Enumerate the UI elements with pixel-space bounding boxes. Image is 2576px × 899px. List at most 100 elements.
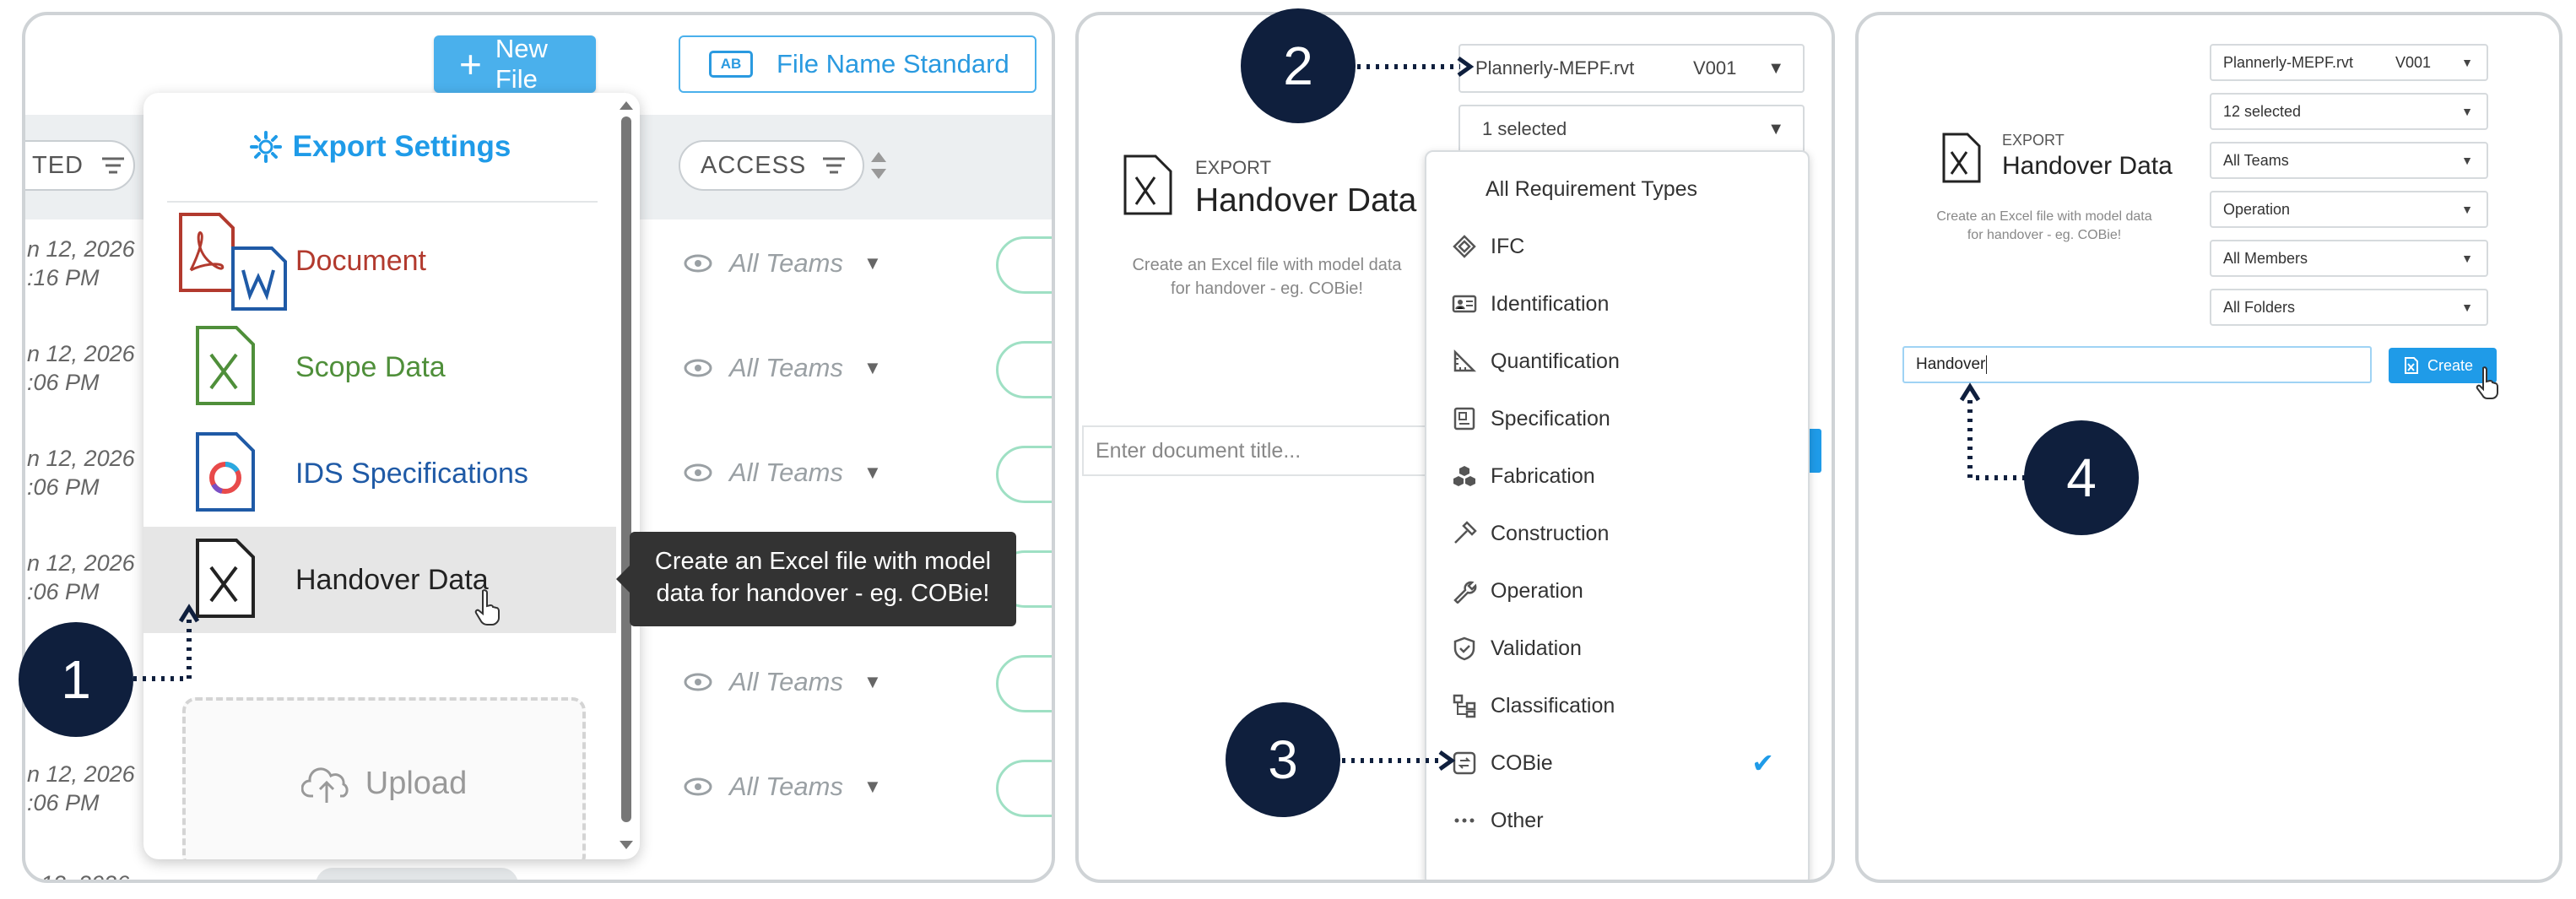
access-select[interactable]: All Teams ▼ (684, 248, 882, 279)
dropdown-option-ifc[interactable]: IFC (1426, 218, 1808, 275)
table-row-date: n 12, 2026:16 PM (27, 236, 135, 290)
dropdown-option-classification[interactable]: Classification (1426, 677, 1808, 734)
status-toggle[interactable] (996, 341, 1052, 398)
dropdown-option-operation[interactable]: Operation (1426, 562, 1808, 620)
id-card-icon (1452, 295, 1477, 313)
menu-scrollbar[interactable] (621, 116, 631, 822)
table-row-date: 12, 2026 (41, 869, 129, 880)
step-1-arrow (133, 604, 200, 681)
upload-dropzone[interactable]: Upload (182, 697, 586, 859)
file-name-standard-button[interactable]: AB File Name Standard (679, 35, 1036, 93)
teams-select[interactable]: All Teams ▼ (2210, 142, 2488, 179)
dropdown-option-validation[interactable]: Validation (1426, 620, 1808, 677)
phase-select[interactable]: Operation ▼ (2210, 191, 2488, 228)
export-menu-panel: + New File AB File Name Standard TED ACC… (22, 12, 1055, 883)
spec-sheet-icon (1453, 407, 1475, 431)
export-settings-menu: Export Settings Document Scope Data IDS … (143, 93, 640, 859)
step-badge-3: 3 (1226, 702, 1340, 817)
ab-icon: AB (709, 51, 753, 78)
access-select[interactable]: All Teams ▼ (684, 667, 882, 697)
filter-icon (102, 157, 124, 174)
pagination-pill[interactable] (316, 868, 518, 880)
step-3-arrow (1342, 750, 1456, 772)
dropdown-option-fabrication[interactable]: Fabrication (1426, 447, 1808, 505)
members-select[interactable]: All Members ▼ (2210, 240, 2488, 277)
access-select[interactable]: All Teams ▼ (684, 353, 882, 383)
export-title: Handover Data (2002, 152, 2173, 180)
model-select[interactable]: Plannerly-MEPF.rvt V001 ▼ (2210, 44, 2488, 81)
access-column-filter[interactable]: ACCESS (679, 140, 864, 191)
export-scope-data-item[interactable]: Scope Data (143, 314, 616, 420)
dropdown-option-other[interactable]: Other (1426, 792, 1808, 849)
table-row-date: n 12, 2026:06 PM (27, 446, 135, 500)
export-label: EXPORT (2002, 132, 2065, 149)
dropdown-option-quantification[interactable]: Quantification (1426, 333, 1808, 390)
cubes-icon (1453, 466, 1475, 486)
scroll-up-icon[interactable] (618, 100, 635, 111)
ellipsis-icon (1454, 818, 1475, 823)
hand-cursor-icon (474, 589, 500, 626)
export-document-item[interactable]: Document (143, 208, 616, 314)
wrench-icon (1453, 581, 1477, 604)
created-column-filter[interactable]: TED (25, 140, 135, 191)
excel-icon (196, 326, 255, 405)
excel-icon (1123, 154, 1172, 215)
status-toggle[interactable] (996, 655, 1052, 712)
pdf-word-icon (179, 213, 287, 311)
ruler-triangle-icon (1453, 349, 1477, 372)
cloud-upload-icon (300, 767, 349, 803)
table-row-date: n 12, 2026:06 PM (27, 550, 135, 604)
document-title-input[interactable]: Enter document title... (1082, 425, 1437, 476)
dropdown-option-specification[interactable]: Specification (1426, 390, 1808, 447)
dropdown-option-identification[interactable]: Identification (1426, 275, 1808, 333)
table-row-date: n 12, 2026:06 PM (27, 761, 135, 815)
step-badge-1: 1 (19, 622, 133, 737)
scroll-down-icon[interactable] (618, 839, 635, 851)
document-title-input[interactable]: Handover (1902, 346, 2372, 383)
ifc-icon (1453, 235, 1476, 258)
status-toggle[interactable] (996, 446, 1052, 503)
export-ids-specifications-item[interactable]: IDS Specifications (143, 420, 616, 527)
sort-icon[interactable] (869, 150, 888, 181)
new-file-button[interactable]: + New File (434, 34, 596, 94)
export-handover-data-item[interactable]: Handover Data (143, 527, 616, 633)
dropdown-option-construction[interactable]: Construction (1426, 505, 1808, 562)
requirement-types-select[interactable]: 12 selected ▼ (2210, 93, 2488, 130)
hammer-icon (1454, 521, 1477, 544)
eye-icon (684, 673, 712, 691)
eye-icon (684, 254, 712, 273)
step-2-arrow (1357, 56, 1475, 78)
checkmark-icon: ✔ (1751, 748, 1774, 778)
handover-tooltip: Create an Excel file with model data for… (616, 532, 1016, 626)
step-4-arrow (1959, 382, 2026, 480)
model-select[interactable]: Plannerly-MEPF.rvt V001 ▼ (1458, 44, 1805, 93)
step-badge-2: 2 (1241, 8, 1356, 123)
ids-icon (196, 432, 255, 512)
export-description: Create an Excel file with model data for… (1936, 209, 2152, 242)
status-toggle[interactable] (996, 236, 1052, 294)
step-badge-4: 4 (2024, 420, 2139, 535)
export-title: Handover Data (1195, 182, 1417, 219)
plus-icon: + (459, 42, 482, 86)
export-settings-header: Export Settings (143, 93, 616, 201)
eye-icon (684, 777, 712, 796)
folders-select[interactable]: All Folders ▼ (2210, 289, 2488, 326)
export-label: EXPORT (1195, 157, 1272, 178)
excel-icon (1942, 133, 1981, 183)
hierarchy-icon (1453, 694, 1476, 718)
excel-icon (196, 539, 255, 618)
status-toggle[interactable] (996, 760, 1052, 817)
filter-icon (823, 157, 846, 174)
hand-cursor-icon (2476, 366, 2498, 399)
divider (167, 201, 598, 203)
access-select[interactable]: All Teams ▼ (684, 772, 882, 802)
requirement-types-select[interactable]: 1 selected ▼ (1458, 105, 1805, 154)
eye-icon (684, 463, 712, 482)
access-select[interactable]: All Teams ▼ (684, 458, 882, 488)
gear-icon (249, 131, 282, 163)
shield-check-icon (1453, 636, 1475, 661)
dropdown-option-cobie[interactable]: COBie ✔ (1426, 734, 1808, 792)
dropdown-all-option[interactable]: All Requirement Types (1426, 160, 1808, 218)
excel-icon (2405, 357, 2418, 374)
table-row-date: n 12, 2026:06 PM (27, 341, 135, 395)
